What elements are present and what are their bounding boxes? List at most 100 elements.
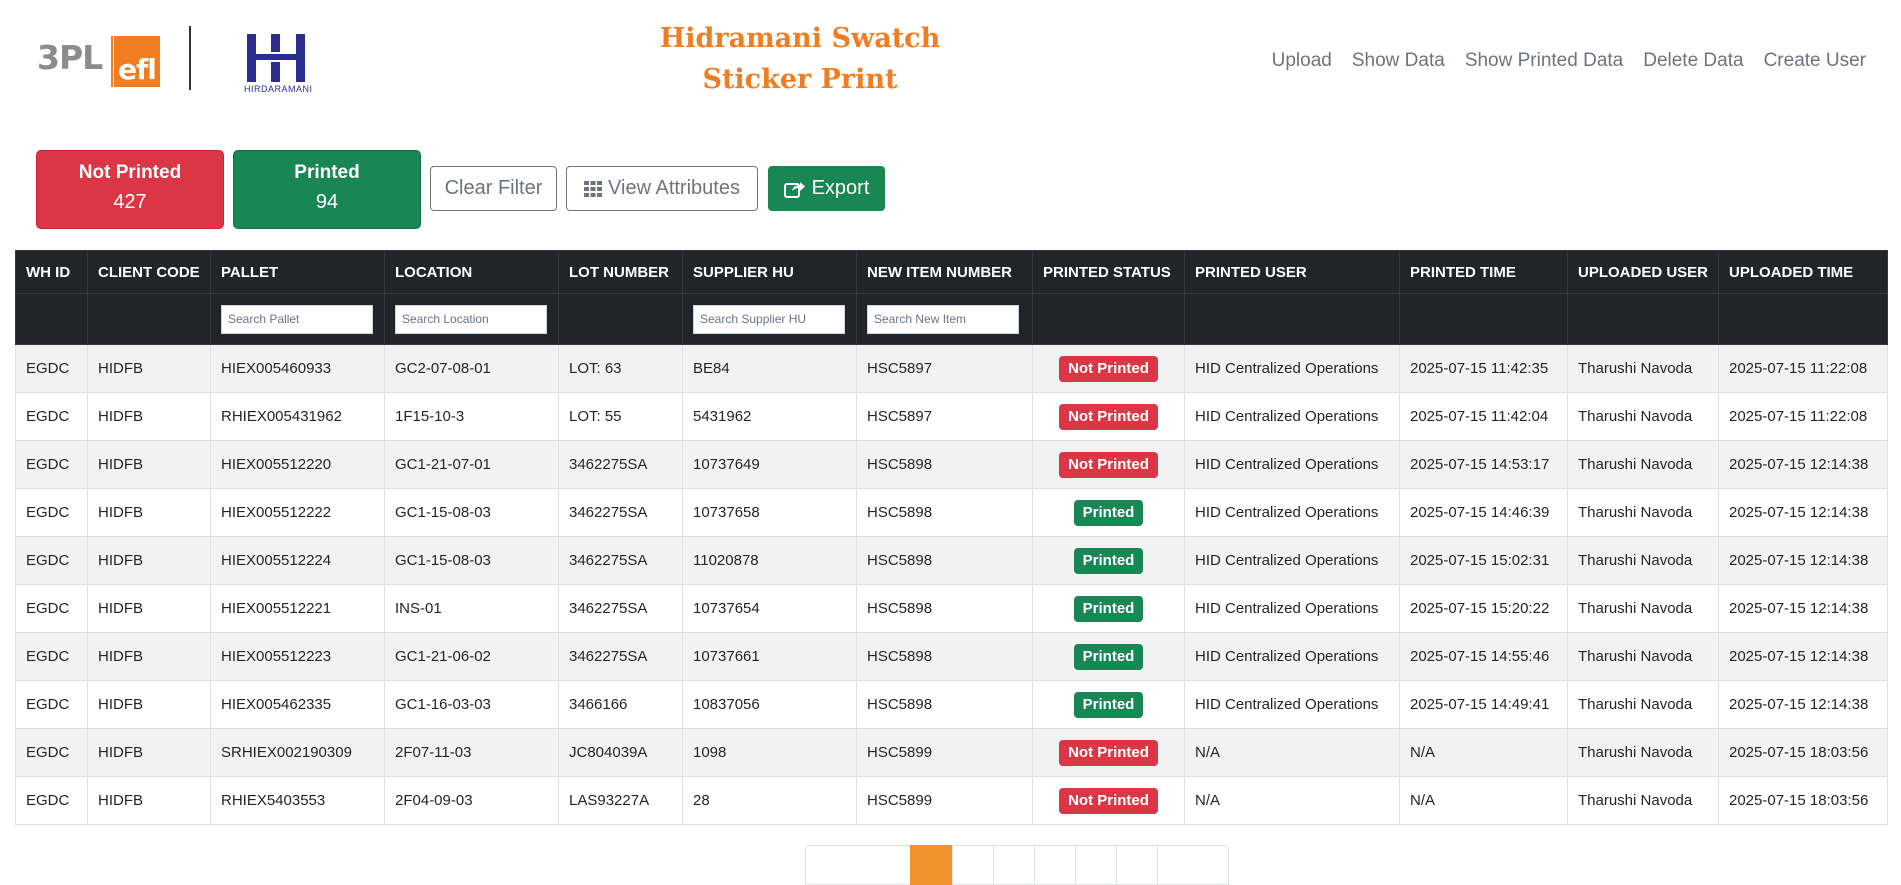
nav-show-printed-data[interactable]: Show Printed Data <box>1455 48 1633 74</box>
table-row[interactable]: EGDC HIDFB HIEX005512223 GC1-21-06-02 346227… <box>15 632 1888 681</box>
table-row[interactable]: EGDC HIDFB HIEX005462335 GC1-16-03-03 346616… <box>15 680 1888 729</box>
cell-printed-time: 2025-07-15 14:53:17 <box>1399 440 1568 489</box>
table-header-row: WH ID CLIENT CODE PALLET LOCATION LOT NU… <box>15 250 1888 294</box>
pagination-page[interactable] <box>952 845 994 885</box>
cell-lot-number: 3466166 <box>558 680 683 729</box>
printed-filter-card[interactable]: Printed 94 <box>233 150 421 229</box>
cell-supplier-hu: BE84 <box>682 344 857 393</box>
cell-printed-user: N/A <box>1184 728 1400 777</box>
not-printed-count: 427 <box>113 191 147 213</box>
cell-printed-time: 2025-07-15 14:49:41 <box>1399 680 1568 729</box>
nav-create-user[interactable]: Create User <box>1754 48 1876 74</box>
cell-client-code: HIDFB <box>87 776 211 825</box>
share-export-icon <box>783 181 805 198</box>
cell-uploaded-time: 2025-07-15 12:14:38 <box>1718 536 1888 585</box>
cell-printed-status: Printed <box>1032 488 1185 537</box>
cell-location: GC1-15-08-03 <box>384 536 559 585</box>
cell-uploaded-user: Tharushi Navoda <box>1567 776 1719 825</box>
cell-supplier-hu: 10737649 <box>682 440 857 489</box>
cell-client-code: HIDFB <box>87 584 211 633</box>
cell-pallet: HIEX005512221 <box>210 584 385 633</box>
cell-new-item-number: HSC5897 <box>856 392 1033 441</box>
table-row[interactable]: EGDC HIDFB HIEX005512221 INS-01 3462275SA 107… <box>15 584 1888 633</box>
cell-client-code: HIDFB <box>87 728 211 777</box>
col-header[interactable]: UPLOADED USER <box>1567 250 1719 294</box>
cell-uploaded-time: 2025-07-15 12:14:38 <box>1718 680 1888 729</box>
cell-wh-id: EGDC <box>15 440 88 489</box>
cell-printed-user: N/A <box>1184 776 1400 825</box>
cell-printed-time: 2025-07-15 11:42:04 <box>1399 392 1568 441</box>
col-header[interactable]: UPLOADED TIME <box>1718 250 1888 294</box>
col-header[interactable]: CLIENT CODE <box>87 250 211 294</box>
printed-count: 94 <box>315 191 339 213</box>
col-header[interactable]: SUPPLIER HU <box>682 250 857 294</box>
col-header[interactable]: WH ID <box>15 250 88 294</box>
pagination-next[interactable] <box>1157 845 1229 885</box>
cell-lot-number: 3462275SA <box>558 488 683 537</box>
not-printed-filter-card[interactable]: Not Printed 427 <box>36 150 224 229</box>
pagination-page[interactable] <box>1116 845 1158 885</box>
col-header[interactable]: NEW ITEM NUMBER <box>856 250 1033 294</box>
nav-show-data[interactable]: Show Data <box>1342 48 1455 74</box>
col-header[interactable]: PRINTED TIME <box>1399 250 1568 294</box>
nav-delete-data[interactable]: Delete Data <box>1633 48 1753 74</box>
cell-uploaded-time: 2025-07-15 12:14:38 <box>1718 440 1888 489</box>
status-badge: Printed <box>1073 691 1144 718</box>
cell-location: GC1-16-03-03 <box>384 680 559 729</box>
pagination-page-active[interactable] <box>910 845 953 885</box>
table-row[interactable]: EGDC HIDFB HIEX005512224 GC1-15-08-03 346227… <box>15 536 1888 585</box>
cell-location: 2F07-11-03 <box>384 728 559 777</box>
table-row[interactable]: EGDC HIDFB HIEX005460933 GC2-07-08-01 LOT: 6… <box>15 344 1888 393</box>
data-table-wrapper: WH ID CLIENT CODE PALLET LOCATION LOT NU… <box>15 250 1888 825</box>
cell-location: GC2-07-08-01 <box>384 344 559 393</box>
view-attributes-label: View Attributes <box>608 177 740 199</box>
cell-client-code: HIDFB <box>87 536 211 585</box>
cell-new-item-number: HSC5898 <box>856 680 1033 729</box>
hirdaramani-logo-text: HIRDARAMANI <box>244 84 313 94</box>
table-row[interactable]: EGDC HIDFB HIEX005512220 GC1-21-07-01 346227… <box>15 440 1888 489</box>
cell-client-code: HIDFB <box>87 632 211 681</box>
pagination-previous[interactable] <box>805 845 911 885</box>
cell-new-item-number: HSC5898 <box>856 584 1033 633</box>
search-supplier-hu-input[interactable] <box>693 304 845 334</box>
data-table: WH ID CLIENT CODE PALLET LOCATION LOT NU… <box>15 250 1888 825</box>
cell-new-item-number: HSC5899 <box>856 776 1033 825</box>
cell-uploaded-user: Tharushi Navoda <box>1567 536 1719 585</box>
table-row[interactable]: EGDC HIDFB RHIEX005431962 1F15-10-3 LOT: 55 5… <box>15 392 1888 441</box>
col-header[interactable]: LOT NUMBER <box>558 250 683 294</box>
table-filter-row <box>15 293 1888 345</box>
table-body: EGDC HIDFB HIEX005460933 GC2-07-08-01 LOT: 6… <box>15 344 1888 825</box>
pagination-page[interactable] <box>1034 845 1076 885</box>
search-location-input[interactable] <box>395 304 547 334</box>
pagination-page[interactable] <box>993 845 1035 885</box>
col-header[interactable]: PRINTED USER <box>1184 250 1400 294</box>
search-pallet-input[interactable] <box>221 304 373 334</box>
col-header[interactable]: PALLET <box>210 250 385 294</box>
cell-wh-id: EGDC <box>15 344 88 393</box>
printed-label: Printed <box>294 162 360 183</box>
cell-uploaded-time: 2025-07-15 18:03:56 <box>1718 728 1888 777</box>
cell-uploaded-user: Tharushi Navoda <box>1567 440 1719 489</box>
cell-new-item-number: HSC5898 <box>856 440 1033 489</box>
pagination-page[interactable] <box>1075 845 1117 885</box>
export-button[interactable]: Export <box>768 166 885 211</box>
cell-new-item-number: HSC5898 <box>856 488 1033 537</box>
nav-upload[interactable]: Upload <box>1262 48 1342 74</box>
cell-supplier-hu: 1098 <box>682 728 857 777</box>
col-header[interactable]: PRINTED STATUS <box>1032 250 1185 294</box>
search-new-item-input[interactable] <box>867 304 1019 334</box>
cell-wh-id: EGDC <box>15 392 88 441</box>
cell-uploaded-time: 2025-07-15 18:03:56 <box>1718 776 1888 825</box>
clear-filter-button[interactable]: Clear Filter <box>430 166 557 211</box>
table-row[interactable]: EGDC HIDFB HIEX005512222 GC1-15-08-03 346227… <box>15 488 1888 537</box>
cell-client-code: HIDFB <box>87 680 211 729</box>
table-row[interactable]: EGDC HIDFB SRHIEX002190309 2F07-11-03 JC8040… <box>15 728 1888 777</box>
col-header[interactable]: LOCATION <box>384 250 559 294</box>
status-badge: Not Printed <box>1059 739 1158 766</box>
cell-printed-user: HID Centralized Operations <box>1184 440 1400 489</box>
cell-client-code: HIDFB <box>87 488 211 537</box>
cell-pallet: HIEX005512220 <box>210 440 385 489</box>
table-row[interactable]: EGDC HIDFB RHIEX5403553 2F04-09-03 LAS93227A… <box>15 776 1888 825</box>
cell-supplier-hu: 10837056 <box>682 680 857 729</box>
view-attributes-button[interactable]: View Attributes <box>566 166 758 211</box>
